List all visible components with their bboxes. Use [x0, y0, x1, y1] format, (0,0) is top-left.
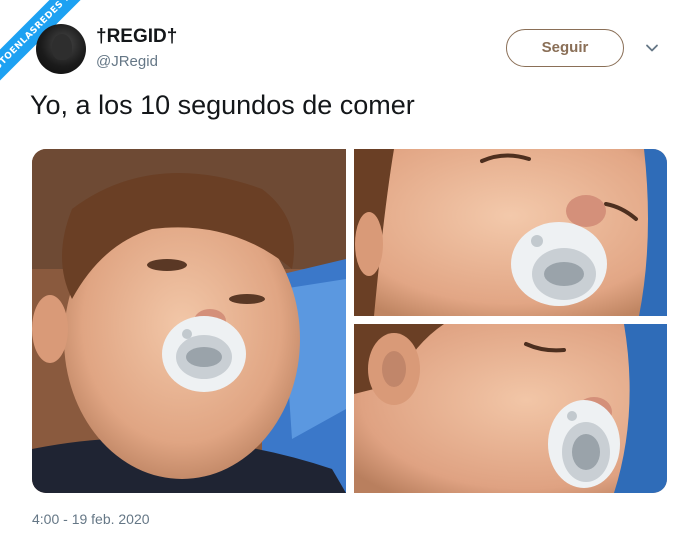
tweet-text: Yo, a los 10 segundos de comer [30, 90, 415, 120]
tweet-timestamp[interactable]: 4:00 - 19 feb. 2020 [32, 511, 150, 527]
follow-button[interactable]: Seguir [506, 29, 624, 67]
photo-toddler-asleep[interactable] [354, 324, 667, 493]
author-handle[interactable]: @JRegid [96, 53, 158, 70]
chevron-down-icon[interactable] [644, 40, 660, 56]
photo-toddler-awake-image [32, 149, 346, 493]
tweet-card: †REGID† @JRegid Seguir Yo, a los 10 segu… [0, 0, 700, 546]
media-grid [32, 149, 667, 493]
photo-toddler-asleep-image [354, 324, 667, 493]
avatar[interactable] [36, 24, 86, 74]
photo-toddler-eyes-closing[interactable] [354, 149, 667, 316]
photo-toddler-eyes-closing-image [354, 149, 667, 316]
photo-toddler-awake[interactable] [32, 149, 346, 493]
author-display-name[interactable]: †REGID† [96, 26, 177, 48]
